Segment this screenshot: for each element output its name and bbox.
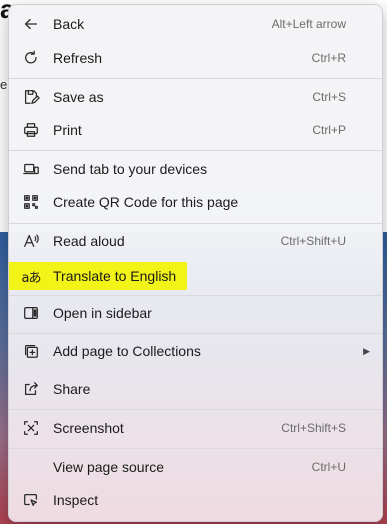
- menu-separator: [9, 409, 382, 410]
- menu-item-label: Open in sidebar: [53, 305, 152, 321]
- menu-item-label: Translate to English: [53, 268, 177, 284]
- send-to-devices-icon: [21, 159, 41, 179]
- printer-icon: [21, 120, 41, 140]
- menu-item-shortcut: Ctrl+R: [311, 51, 346, 65]
- menu-item-shortcut: Ctrl+Shift+S: [281, 421, 346, 435]
- menu-item-label: Inspect: [53, 492, 99, 508]
- menu-item-label: Read aloud: [53, 233, 125, 249]
- menu-item-add-to-collections[interactable]: Add page to Collections ▶: [9, 336, 382, 366]
- menu-item-label: Save as: [53, 89, 104, 105]
- read-aloud-icon: [21, 231, 41, 251]
- menu-separator: [9, 448, 382, 449]
- menu-item-translate[interactable]: aあ Translate to English: [9, 261, 382, 291]
- menu-item-back[interactable]: Back Alt+Left arrow: [9, 9, 382, 39]
- screenshot-icon: [21, 418, 41, 438]
- menu-item-label: View page source: [53, 459, 165, 475]
- submenu-arrow-icon: ▶: [363, 345, 370, 356]
- menu-item-label: Refresh: [53, 50, 103, 66]
- menu-separator: [9, 333, 382, 334]
- menu-item-label: Back: [53, 16, 85, 32]
- inspect-icon: [21, 490, 41, 510]
- menu-item-share[interactable]: Share: [9, 374, 382, 404]
- share-icon: [21, 379, 41, 399]
- menu-item-read-aloud[interactable]: Read aloud Ctrl+Shift+U: [9, 226, 382, 256]
- menu-item-label: Print: [53, 122, 82, 138]
- collections-icon: [21, 341, 41, 361]
- menu-separator: [9, 150, 382, 151]
- sidebar-icon: [21, 303, 41, 323]
- menu-item-label: Add page to Collections: [53, 343, 201, 359]
- menu-item-label: Send tab to your devices: [53, 161, 208, 177]
- menu-item-print[interactable]: Print Ctrl+P: [9, 115, 382, 145]
- browser-context-menu: Back Alt+Left arrow Refresh Ctrl+R Save …: [8, 4, 383, 522]
- translate-icon: aあ: [21, 266, 42, 286]
- menu-item-shortcut: Ctrl+P: [312, 123, 346, 137]
- menu-item-label: Create QR Code for this page: [53, 194, 239, 210]
- menu-item-shortcut: Alt+Left arrow: [271, 17, 346, 31]
- menu-item-save-as[interactable]: Save as Ctrl+S: [9, 82, 382, 112]
- menu-item-qr-code[interactable]: Create QR Code for this page: [9, 187, 382, 217]
- menu-item-shortcut: Ctrl+U: [311, 460, 346, 474]
- menu-item-send-tab[interactable]: Send tab to your devices: [9, 154, 382, 184]
- menu-item-screenshot[interactable]: Screenshot Ctrl+Shift+S: [9, 413, 382, 443]
- background-page-text-fragment: e: [0, 77, 8, 92]
- menu-item-label: Screenshot: [53, 420, 124, 436]
- qr-code-icon: [21, 192, 41, 212]
- menu-separator: [9, 78, 382, 79]
- save-as-icon: [21, 87, 41, 107]
- menu-item-view-source[interactable]: View page source Ctrl+U: [9, 452, 382, 482]
- menu-item-refresh[interactable]: Refresh Ctrl+R: [9, 43, 382, 73]
- translate-glyph: aあ: [21, 270, 42, 286]
- menu-item-shortcut: Ctrl+Shift+U: [280, 234, 346, 248]
- menu-item-inspect[interactable]: Inspect: [9, 485, 382, 515]
- menu-item-label: Share: [53, 381, 91, 397]
- menu-item-shortcut: Ctrl+S: [312, 90, 346, 104]
- back-arrow-icon: [21, 14, 41, 34]
- menu-item-open-in-sidebar[interactable]: Open in sidebar: [9, 298, 382, 328]
- menu-separator: [9, 295, 382, 296]
- menu-separator: [9, 223, 382, 224]
- refresh-icon: [21, 48, 41, 68]
